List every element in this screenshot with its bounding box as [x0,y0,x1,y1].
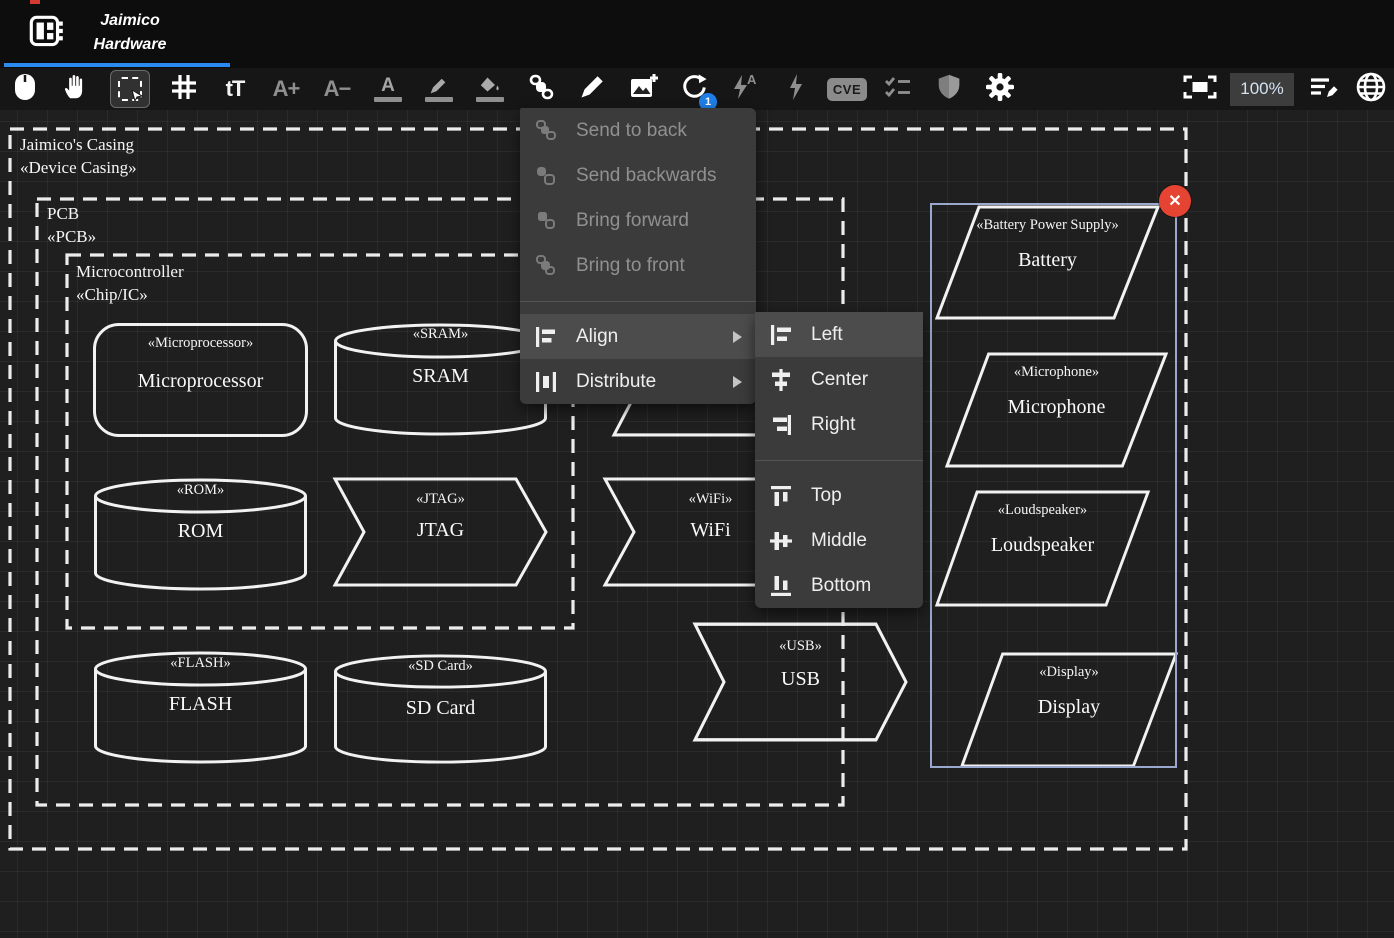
boundary-mcu-label: Microcontroller «Chip/IC» [76,260,184,306]
close-icon: ✕ [1168,191,1181,211]
edit-pencil-icon [578,73,606,106]
font-decrease-button[interactable]: A− [320,72,354,106]
node-usb[interactable]: «USB» USB [693,622,908,742]
report-edit-button[interactable] [1307,72,1341,106]
grid-toggle-button[interactable] [167,72,201,106]
distribute-icon [534,370,558,394]
cve-icon: CVE [827,78,867,101]
node-flash[interactable]: «FLASH» FLASH [93,650,308,765]
font-increase-icon: A+ [273,76,300,102]
shield-button[interactable] [932,72,966,106]
toolbar-right-group: 100% [1183,72,1388,106]
align-submenu: Left Center Right Top Middle Bottom [755,312,923,608]
menu-separator [520,288,756,314]
bring-forward-icon [534,209,558,233]
font-size-button[interactable]: tT [218,72,252,106]
zoom-level[interactable]: 100% [1230,73,1294,106]
fill-color-button[interactable] [473,72,507,106]
align-middle-icon [769,529,793,553]
mouse-pointer-icon [13,72,37,107]
fit-view-button[interactable] [1183,72,1217,106]
menu-item-align[interactable]: Align [520,314,756,359]
font-size-icon: tT [226,76,245,102]
checklist-icon [883,72,913,107]
tab-title[interactable]: Jaimico Hardware [60,9,200,57]
top-bar: Jaimico Hardware [0,0,1394,68]
boundary-pcb-label: PCB «PCB» [47,202,96,248]
align-right-icon [769,413,793,437]
align-top-icon [769,484,793,508]
shield-icon [935,73,963,106]
fill-color-bucket-icon [476,76,504,102]
node-microprocessor[interactable]: «Microprocessor» Microprocessor [93,323,308,437]
align-bottom-icon [769,574,793,598]
font-color-icon: A [374,77,402,102]
add-image-button[interactable] [626,72,660,106]
fit-view-icon [1182,73,1218,106]
send-backwards-icon [534,164,558,188]
node-sram[interactable]: «SRAM» SRAM [333,322,548,437]
svg-text:A: A [747,72,757,87]
align-center-icon [769,368,793,392]
submenu-item-align-right[interactable]: Right [755,402,923,447]
marquee-select-icon [118,77,142,101]
gear-icon [985,72,1015,107]
submenu-arrow-icon [733,331,742,343]
selection-box [930,203,1177,768]
grid-icon [169,72,199,107]
stroke-color-button[interactable] [422,72,456,106]
settings-button[interactable] [983,72,1017,106]
submenu-separator [755,447,923,473]
report-edit-icon [1308,73,1340,106]
add-image-icon [628,72,658,107]
send-to-back-icon [534,119,558,143]
pointer-tool-button[interactable] [8,72,42,106]
threat-suggest-button[interactable]: A [728,72,762,106]
arrange-layers-button[interactable] [524,72,558,106]
globe-icon [1355,71,1387,108]
menu-item-send-to-back: Send to back [520,108,756,153]
tab-title-line1: Jaimico [60,9,200,33]
active-tab-underline [4,63,230,67]
threat-button[interactable] [779,72,813,106]
edit-button[interactable] [575,72,609,106]
checklist-button[interactable] [881,72,915,106]
delete-selection-button[interactable]: ✕ [1159,185,1191,217]
stroke-color-pencil-icon [425,76,453,102]
notification-dot [30,0,40,4]
font-decrease-icon: A− [324,76,351,102]
boundary-device-casing-label: Jaimico's Casing «Device Casing» [20,133,137,179]
lightning-icon [783,72,809,107]
globe-button[interactable] [1354,72,1388,106]
menu-item-bring-to-front: Bring to front [520,243,756,288]
node-rom[interactable]: «ROM» ROM [93,477,308,592]
bring-to-front-icon [534,254,558,278]
align-left-icon [769,323,793,347]
node-sdcard[interactable]: «SD Card» SD Card [333,653,548,765]
submenu-arrow-icon [733,376,742,388]
marquee-select-tool-button[interactable] [110,70,150,108]
arrange-layers-icon [526,72,556,107]
font-increase-button[interactable]: A+ [269,72,303,106]
hand-icon [61,72,91,107]
pan-tool-button[interactable] [59,72,93,106]
menu-item-distribute[interactable]: Distribute [520,359,756,404]
menu-item-send-backwards: Send backwards [520,153,756,198]
font-color-button[interactable]: A [371,72,405,106]
submenu-item-align-middle[interactable]: Middle [755,518,923,563]
submenu-item-align-left[interactable]: Left [755,312,923,357]
menu-item-bring-forward: Bring forward [520,198,756,243]
align-icon [534,325,558,349]
redo-button[interactable]: 1 [677,72,711,106]
submenu-item-align-top[interactable]: Top [755,473,923,518]
node-jtag[interactable]: «JTAG» JTAG [333,477,548,587]
cve-button[interactable]: CVE [830,72,864,106]
submenu-item-align-center[interactable]: Center [755,357,923,402]
context-menu: Send to back Send backwards Bring forwar… [520,108,756,404]
submenu-item-align-bottom[interactable]: Bottom [755,563,923,608]
tab-title-line2: Hardware [60,33,200,57]
lightning-a-icon: A [730,72,760,107]
